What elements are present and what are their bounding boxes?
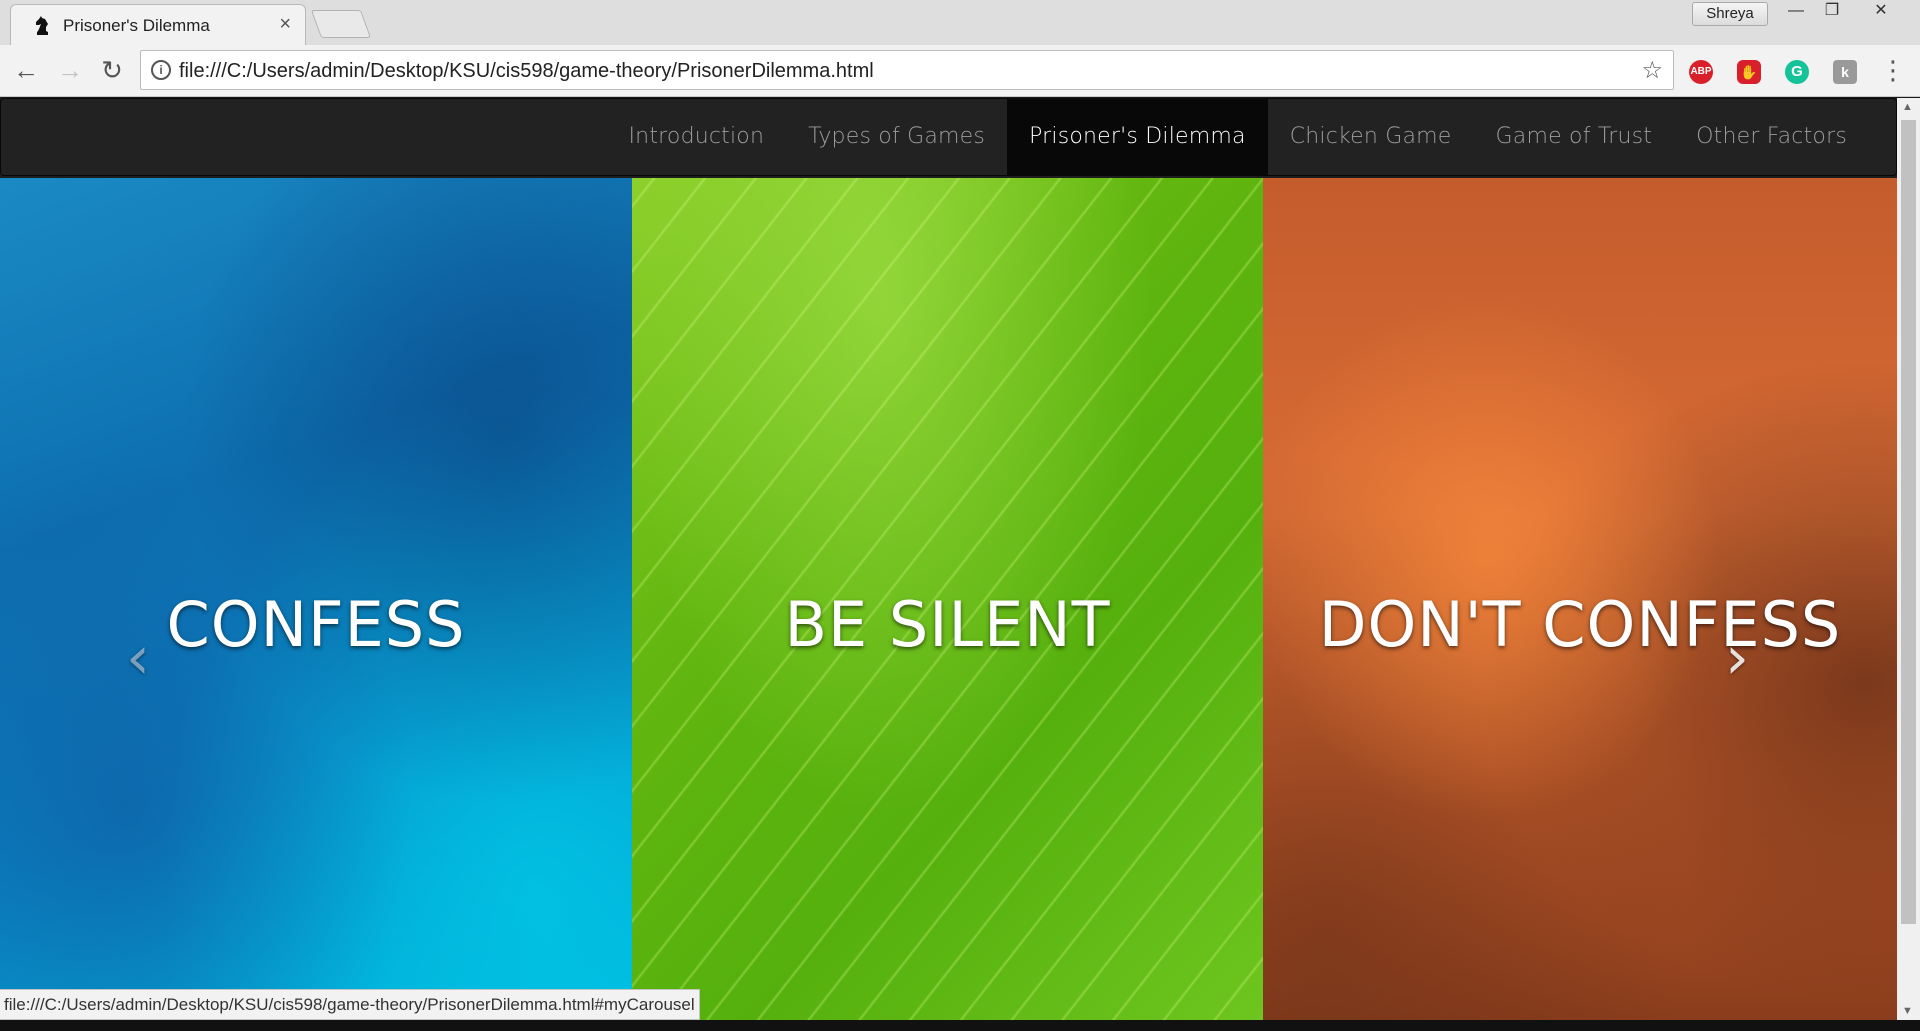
- nav-item-introduction[interactable]: Introduction: [606, 99, 786, 175]
- carousel-panel-confess: CONFESS: [0, 178, 632, 1020]
- nav-item-chicken-game[interactable]: Chicken Game: [1268, 99, 1474, 175]
- adblock-plus-icon[interactable]: ABP: [1689, 60, 1713, 84]
- tab-title: Prisoner's Dilemma: [63, 16, 210, 35]
- nav-item-other-factors[interactable]: Other Factors: [1674, 99, 1869, 175]
- panel-label: BE SILENT: [784, 588, 1111, 661]
- url-text[interactable]: file:///C:/Users/admin/Desktop/KSU/cis59…: [179, 60, 874, 83]
- back-arrow-icon[interactable]: ←: [10, 55, 42, 87]
- browser-tab[interactable]: Prisoner's Dilemma ×: [10, 4, 306, 45]
- panel-label: DON'T CONFESS: [1318, 588, 1842, 661]
- extension-k-icon[interactable]: k: [1833, 60, 1857, 84]
- info-icon[interactable]: i: [151, 60, 171, 80]
- reload-icon[interactable]: ↻: [96, 55, 128, 87]
- new-tab-button[interactable]: [310, 10, 372, 38]
- browser-toolbar: ← → ↻ i file:///C:/Users/admin/Desktop/K…: [0, 45, 1920, 97]
- nav-menu: Introduction Types of Games Prisoner's D…: [606, 99, 1869, 175]
- panel-label: CONFESS: [166, 588, 466, 661]
- close-window-icon[interactable]: ✕: [1850, 0, 1912, 24]
- bookmark-star-icon[interactable]: ☆: [1641, 56, 1663, 85]
- carousel-panel-be-silent: BE SILENT: [632, 178, 1263, 1020]
- vertical-scrollbar[interactable]: ▲ ▼: [1897, 98, 1920, 1020]
- restore-icon[interactable]: ❐: [1814, 0, 1850, 24]
- nav-item-prisoners-dilemma[interactable]: Prisoner's Dilemma: [1007, 99, 1268, 175]
- nav-item-game-of-trust[interactable]: Game of Trust: [1474, 99, 1675, 175]
- grammarly-icon[interactable]: G: [1785, 60, 1809, 84]
- carousel: CONFESS BE SILENT DON'T CONFESS ‹ ›: [0, 178, 1897, 1020]
- chrome-menu-icon[interactable]: ⋮: [1880, 55, 1906, 85]
- carousel-panel-dont-confess: DON'T CONFESS: [1263, 178, 1897, 1020]
- site-navbar: Introduction Types of Games Prisoner's D…: [0, 98, 1897, 176]
- forward-arrow-icon[interactable]: →: [54, 55, 86, 87]
- nav-item-types-of-games[interactable]: Types of Games: [786, 99, 1007, 175]
- page-viewport: Introduction Types of Games Prisoner's D…: [0, 98, 1897, 1020]
- status-url-bubble: file:///C:/Users/admin/Desktop/KSU/cis59…: [0, 989, 700, 1020]
- tab-close-icon[interactable]: ×: [279, 13, 291, 36]
- address-bar[interactable]: i file:///C:/Users/admin/Desktop/KSU/cis…: [140, 50, 1674, 90]
- scrollbar-thumb[interactable]: [1901, 120, 1916, 924]
- profile-button[interactable]: Shreya: [1692, 2, 1768, 26]
- chess-knight-icon: [36, 16, 48, 35]
- scroll-down-icon[interactable]: ▼: [1902, 1005, 1913, 1017]
- scroll-up-icon[interactable]: ▲: [1902, 101, 1913, 113]
- carousel-next-icon[interactable]: ›: [1725, 623, 1749, 693]
- stop-hand-icon[interactable]: ✋: [1737, 60, 1761, 84]
- taskbar-edge: [0, 1020, 1920, 1031]
- tab-strip: Prisoner's Dilemma × Shreya — ❐ ✕: [0, 0, 1920, 45]
- minimize-icon[interactable]: —: [1778, 0, 1814, 24]
- carousel-prev-icon[interactable]: ‹: [126, 623, 150, 693]
